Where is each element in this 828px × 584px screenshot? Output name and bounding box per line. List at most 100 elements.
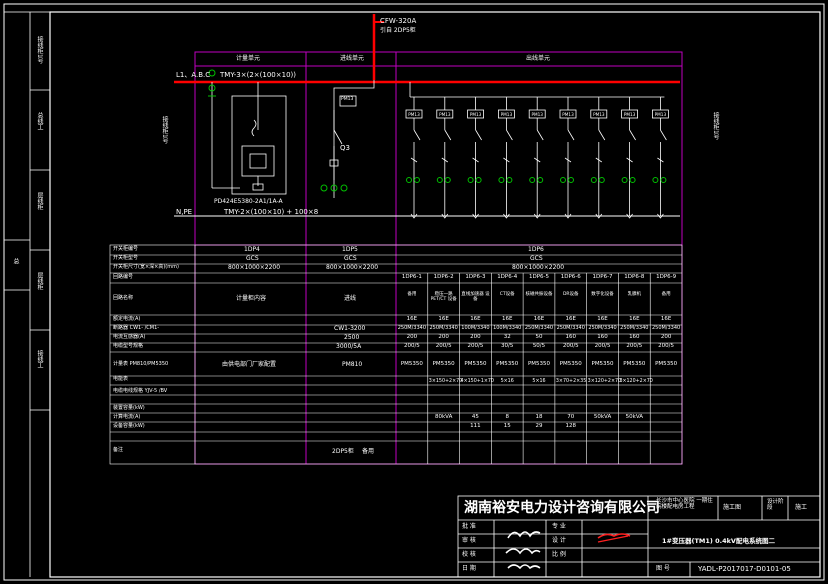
cell-ct: 160 xyxy=(597,334,608,340)
cell-breakers: 250M/3340 xyxy=(651,325,681,331)
row-label: 电能表 xyxy=(113,376,129,382)
role-check: 校 核 xyxy=(462,551,476,558)
cell-capacity: 50kVA xyxy=(625,414,643,420)
row-label: 设备容量(kW) xyxy=(113,423,145,429)
design-stage-value: 施工 xyxy=(795,504,808,511)
col2-size: 800×1000×2200 xyxy=(326,264,379,271)
col1-meter: 由供电部门厂家配置 xyxy=(222,361,277,368)
cell-circuits: 1DP6-7 xyxy=(592,274,613,280)
date-label: 日 期 xyxy=(462,565,476,572)
cell-meters: PM5350 xyxy=(432,361,455,367)
cell-meters: PM5350 xyxy=(496,361,519,367)
row-label: 计量表 PM810/PM5350 xyxy=(113,361,169,367)
cell-rated: 16E xyxy=(533,316,545,322)
feeder-4: PM13 xyxy=(497,97,515,219)
row-label: 回路编号 xyxy=(113,274,134,280)
role-review: 审 核 xyxy=(462,537,476,544)
neutral-spec: TMY-2×(100×10) + 100×8 xyxy=(224,208,319,216)
section-header-outgoing: 出线单元 xyxy=(526,55,551,62)
design-stage-label: 设计阶段 xyxy=(767,499,784,511)
incoming-meter-label: PM13 xyxy=(341,97,354,102)
cell-circuit-names: 备用 xyxy=(661,292,671,297)
feeder-breaker-label: PM13 xyxy=(531,112,543,117)
cell-cable-spec: 3×150+2×70 xyxy=(428,379,463,384)
drawing-title: 1#变压器(TM1) 0.4kV配电系统图二 xyxy=(662,537,775,545)
cell-ct: 160 xyxy=(565,334,577,340)
col3-type: GCS xyxy=(530,255,543,262)
signature-marks xyxy=(505,531,631,570)
feeder-6: PM13 xyxy=(559,97,577,219)
cell-cable: 200/5 xyxy=(594,343,611,349)
strip-label-6: 总 xyxy=(12,258,19,264)
cell-cable: 200/5 xyxy=(626,343,643,349)
col2-cabinet: 1DP5 xyxy=(342,246,358,253)
company-name: 湖南裕安电力设计咨询有限公司 xyxy=(464,500,660,516)
col3-cabinet: 1DP6 xyxy=(528,246,544,253)
col2-note1: 2DP5柜 xyxy=(332,448,354,455)
col1-cabinet: 1DP4 xyxy=(244,246,260,253)
row-label: 开关柜编号 xyxy=(113,246,139,252)
cell-rated: 16E xyxy=(629,316,640,322)
feeder-7: PM13 xyxy=(590,97,608,219)
col2-note2: 备用 xyxy=(362,448,375,455)
cell-ct: 200 xyxy=(660,334,672,340)
cell-circuits: 1DP6-8 xyxy=(624,274,645,280)
feeder-9: PM13 xyxy=(652,97,669,219)
feeder-breaker-label: PM13 xyxy=(408,112,420,117)
cell-breakers: 100M/3340 xyxy=(461,325,490,331)
role-approve: 批 准 xyxy=(462,523,476,530)
strip-label-4: 层线柜 xyxy=(36,272,43,290)
cell-circuits: 1DP6-2 xyxy=(433,274,454,280)
q-label: Q3 xyxy=(340,144,350,152)
margin-label-left: 接线柜1号 xyxy=(161,116,168,144)
bus-label-abc: L1、A.B.C xyxy=(176,71,211,79)
row-label: 电缆型号规格 xyxy=(113,343,144,349)
cell-rated: 16E xyxy=(565,316,576,322)
metering-unit xyxy=(211,82,287,195)
cell-cable: 200/5 xyxy=(435,343,452,349)
cell-meters: PM5350 xyxy=(559,361,582,367)
cell-breakers: 250M/3340 xyxy=(588,325,617,331)
feeder-breaker-label: PM13 xyxy=(470,112,482,117)
cell-meters: PM5350 xyxy=(464,361,487,367)
col2-meter: PM810 xyxy=(342,361,363,368)
cell-cable-spec: 3×120+2×70 xyxy=(619,379,653,384)
cell-circuit-names: DR设备 xyxy=(562,292,579,297)
cell-circuit-names: 备用 xyxy=(407,292,417,297)
row-label: 装置容量(kW) xyxy=(113,405,145,411)
cell-rated: 16E xyxy=(438,316,449,322)
cell-ct: 200 xyxy=(470,334,481,340)
col2-ct: 2500 xyxy=(344,334,360,341)
cell-circuits: 1DP6-4 xyxy=(497,274,518,280)
feeder-8: PM13 xyxy=(621,97,638,219)
section-header-metering: 计量单元 xyxy=(236,55,261,62)
incoming-cable-label: CFW-320A xyxy=(380,17,417,25)
cell-cable-spec: 4×150+1×70 xyxy=(460,379,494,384)
margin-label-right: 接线柜1号 xyxy=(712,112,719,140)
cell-circuits: 1DP6-9 xyxy=(656,274,677,280)
outlet-feeders: PM13 PM13 PM13 PM13 PM13 PM13 PM13 PM13 PM13 xyxy=(405,82,669,219)
role-discipline: 专 业 xyxy=(552,523,566,530)
cell-capacity: 18 xyxy=(535,414,543,420)
cell-rated: 16E xyxy=(660,316,672,322)
cell-current: 15 xyxy=(503,423,511,429)
cell-cable: 200/5 xyxy=(658,343,675,349)
feeder-breaker-label: PM13 xyxy=(624,112,636,117)
col2-cable: 3000/5A xyxy=(336,343,362,350)
feeder-breaker-label: PM13 xyxy=(501,112,513,117)
cell-rated: 16E xyxy=(501,316,513,322)
cell-circuit-names: CT设备 xyxy=(499,292,515,297)
col2-name: 进线 xyxy=(344,295,357,302)
cell-ct: 50 xyxy=(535,334,543,340)
cell-circuit-names: 稳压一路 PET/CT 设备 xyxy=(430,292,457,302)
cell-cable: 50/5 xyxy=(532,343,546,349)
row-label: 电流互感器(A) xyxy=(113,334,146,340)
row-label: 备注 xyxy=(113,447,124,453)
strip-label-1: 接线柜1号 xyxy=(36,36,43,64)
role-design: 设 计 xyxy=(552,537,566,544)
drawing-no-label: 图 号 xyxy=(656,565,670,572)
cell-cable-spec: 3×120+2×70 xyxy=(587,379,622,384)
feeder-3: PM13 xyxy=(467,97,485,219)
drawing-number: YADL-P2017017-D0101-05 xyxy=(698,565,791,573)
feeder-1: PM13 xyxy=(405,97,423,219)
